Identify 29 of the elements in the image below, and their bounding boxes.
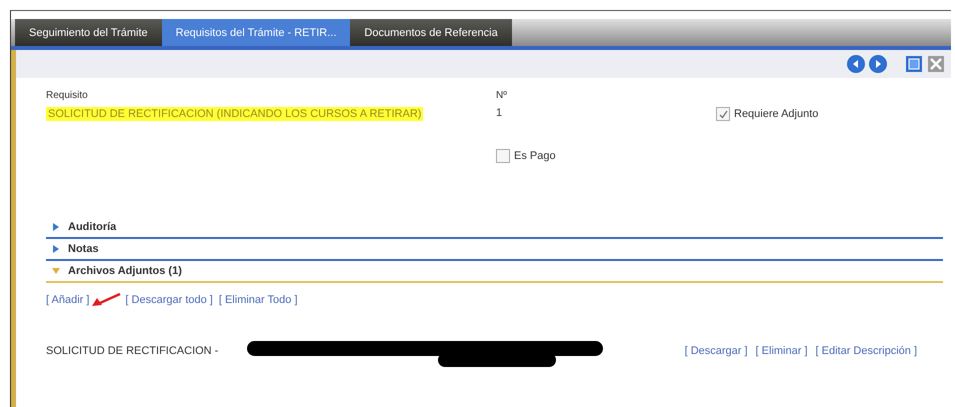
tab[interactable]: Requisitos del Trámite - RETIR...: [162, 19, 350, 46]
checkbox-label: Requiere Adjunto: [734, 108, 818, 120]
tab[interactable]: Documentos de Referencia: [350, 19, 512, 46]
action-link[interactable]: [ Descargar ]: [684, 345, 748, 357]
field-label: Nº: [496, 90, 508, 101]
close-icon[interactable]: [927, 55, 945, 73]
section-header[interactable]: Archivos Adjuntos (1): [46, 261, 943, 283]
next-icon[interactable]: [869, 55, 887, 73]
action-link[interactable]: [ Editar Descripción ]: [816, 345, 917, 357]
section-header[interactable]: Auditoría: [46, 217, 943, 239]
action-link[interactable]: [ Descargar todo ]: [125, 294, 213, 306]
tab[interactable]: Seguimiento del Trámite: [15, 19, 162, 46]
section-title: Notas: [68, 243, 99, 255]
field-label: Requisito: [46, 90, 89, 101]
action-link[interactable]: [ Añadir ]: [46, 294, 90, 306]
annotation-arrow: [91, 293, 122, 307]
checkbox-label: Es Pago: [514, 150, 556, 162]
checkbox[interactable]: [716, 107, 730, 121]
number-value: 1: [496, 107, 504, 121]
previous-icon[interactable]: [847, 55, 865, 73]
action-link[interactable]: [ Eliminar ]: [756, 345, 808, 357]
maximize-icon[interactable]: [905, 55, 923, 73]
section-title: Archivos Adjuntos (1): [68, 265, 182, 277]
section-title: Auditoría: [68, 221, 116, 233]
section-header[interactable]: Notas: [46, 239, 943, 261]
checkbox[interactable]: [496, 149, 510, 163]
file-name: SOLICITUD DE RECTIFICACION -: [46, 345, 218, 357]
action-link[interactable]: [ Eliminar Todo ]: [218, 294, 298, 306]
requirement-value: SOLICITUD DE RECTIFICACION (INDICANDO LOS CURSOS A RETIRAR): [46, 107, 424, 121]
